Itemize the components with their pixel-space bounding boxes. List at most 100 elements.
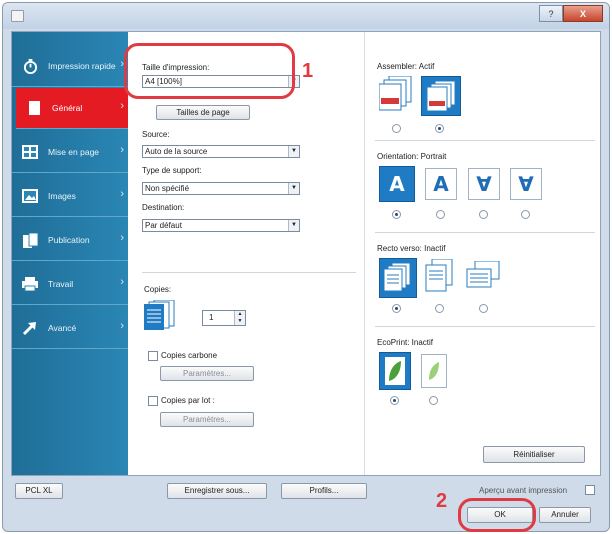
orientation-portrait-option[interactable]: A: [379, 166, 415, 202]
sidebar-item-publishing[interactable]: Publication ›: [12, 220, 128, 261]
collate-off-radio[interactable]: [392, 124, 401, 133]
chevron-down-icon: ▼: [288, 220, 299, 231]
ecoprint-on-radio[interactable]: [429, 396, 438, 405]
source-select[interactable]: Auto de la source ▼: [142, 145, 300, 158]
duplex-label: Recto verso: Inactif: [377, 244, 446, 253]
close-button[interactable]: X: [563, 5, 603, 22]
divider: [375, 232, 595, 233]
duplex-long-edge-option[interactable]: [423, 258, 455, 294]
spinner-arrows-icon[interactable]: ▲ ▼: [234, 311, 245, 325]
carbon-copies-label: Copies carbone: [161, 351, 218, 360]
duplex-short-edge-option[interactable]: [465, 260, 501, 292]
duplex-short-edge-radio[interactable]: [479, 304, 488, 313]
destination-value: Par défaut: [145, 221, 182, 230]
collate-label: Assembler: Actif: [377, 62, 435, 71]
sidebar-item-label: Impression rapide: [48, 60, 116, 71]
orientation-landscape-radio[interactable]: [436, 210, 445, 219]
save-as-button[interactable]: Enregistrer sous...: [167, 483, 267, 499]
chevron-right-icon: ›: [120, 276, 124, 288]
layout-icon: [22, 144, 38, 160]
pdl-button[interactable]: PCL XL: [15, 483, 63, 499]
printer-icon: [22, 276, 38, 292]
sidebar-item-label: Publication: [48, 234, 90, 245]
print-preview-checkbox[interactable]: [585, 485, 595, 495]
media-type-select[interactable]: Non spécifié ▼: [142, 182, 300, 195]
title-bar: ? X: [3, 3, 609, 29]
portrait-rotated-icon: ∀: [476, 172, 492, 196]
copies-per-set-settings-button[interactable]: Paramètres...: [160, 412, 254, 427]
copies-value: 1: [209, 313, 214, 322]
collate-on-radio[interactable]: [435, 124, 444, 133]
orientation-portrait-rotated-radio[interactable]: [479, 210, 488, 219]
sidebar-item-general[interactable]: Général ›: [16, 88, 128, 129]
duplex-off-option[interactable]: [379, 258, 417, 298]
ecoprint-on-option[interactable]: [421, 354, 447, 388]
ecoprint-off-option[interactable]: [379, 352, 411, 390]
media-type-value: Non spécifié: [145, 184, 190, 193]
chevron-right-icon: ›: [120, 320, 124, 332]
copies-per-set-checkbox[interactable]: [148, 396, 158, 406]
copies-per-set-label: Copies par lot :: [161, 396, 215, 405]
chevron-right-icon: ›: [120, 188, 124, 200]
carbon-copies-checkbox[interactable]: [148, 351, 158, 361]
image-icon: [22, 188, 38, 204]
landscape-rotated-icon: ∀: [518, 172, 534, 196]
orientation-portrait-rotated-option[interactable]: ∀: [468, 168, 500, 200]
leaf-icon: [385, 357, 405, 385]
chevron-down-icon: ▼: [288, 146, 299, 157]
callout-oval-ok: [458, 498, 536, 532]
destination-label: Destination:: [142, 203, 185, 212]
ecoprint-off-radio[interactable]: [390, 396, 399, 405]
portrait-icon: A: [389, 172, 405, 196]
orientation-label: Orientation: Portrait: [377, 152, 447, 161]
media-type-label: Type de support:: [142, 166, 202, 175]
sidebar-item-images[interactable]: Images ›: [12, 176, 128, 217]
orientation-landscape-option[interactable]: A: [425, 168, 457, 200]
sidebar-item-label: Mise en page: [48, 146, 100, 157]
page-sizes-button[interactable]: Tailles de page: [156, 105, 250, 120]
sidebar-item-layout[interactable]: Mise en page ›: [12, 132, 128, 173]
orientation-landscape-rotated-option[interactable]: ∀: [510, 168, 542, 200]
carbon-copies-settings-button[interactable]: Paramètres...: [160, 366, 254, 381]
single-sided-icon: [384, 263, 411, 292]
sidebar-item-label: Général: [52, 102, 83, 113]
sidebar-item-label: Images: [48, 190, 76, 201]
copies-label: Copies:: [144, 285, 172, 294]
uncollated-icon: [379, 76, 412, 111]
document-icon: [26, 100, 42, 116]
divider: [142, 272, 356, 273]
divider: [375, 140, 595, 141]
destination-select[interactable]: Par défaut ▼: [142, 219, 300, 232]
cancel-button[interactable]: Annuler: [539, 507, 591, 523]
print-preview-label: Aperçu avant impression: [479, 486, 568, 495]
profiles-button[interactable]: Profils...: [281, 483, 367, 499]
sidebar-item-advanced[interactable]: Avancé ›: [12, 308, 128, 349]
collate-off-option[interactable]: [379, 76, 413, 112]
leaf-light-icon: [429, 362, 439, 380]
duplex-long-edge-radio[interactable]: [435, 304, 444, 313]
sidebar: Impression rapide › Général › Mise en pa…: [12, 32, 128, 475]
sidebar-item-quick-print[interactable]: Impression rapide ›: [12, 46, 128, 87]
copies-stepper[interactable]: 1 ▲ ▼: [202, 310, 246, 326]
source-label: Source:: [142, 130, 170, 139]
sidebar-item-job[interactable]: Travail ›: [12, 264, 128, 305]
divider: [375, 326, 595, 327]
dialog-body: Impression rapide › Général › Mise en pa…: [11, 31, 601, 476]
source-value: Auto de la source: [145, 147, 208, 156]
chevron-right-icon: ›: [120, 232, 124, 244]
booklet-icon: [22, 232, 38, 248]
sidebar-item-label: Travail: [48, 278, 74, 289]
ecoprint-label: EcoPrint: Inactif: [377, 338, 434, 347]
help-button[interactable]: ?: [539, 5, 563, 22]
output-options-panel: Assembler: Actif Orientation: Portrait A…: [364, 32, 601, 475]
chevron-right-icon: ›: [120, 100, 124, 112]
collated-icon: [426, 81, 456, 111]
orientation-portrait-radio[interactable]: [392, 210, 401, 219]
orientation-landscape-rotated-radio[interactable]: [521, 210, 530, 219]
duplex-short-edge-icon: [466, 261, 500, 288]
collate-on-option[interactable]: [421, 76, 461, 116]
duplex-off-radio[interactable]: [392, 304, 401, 313]
duplex-long-edge-icon: [425, 259, 453, 292]
copies-icon: [144, 299, 176, 332]
reset-button[interactable]: Réinitialiser: [483, 446, 585, 463]
